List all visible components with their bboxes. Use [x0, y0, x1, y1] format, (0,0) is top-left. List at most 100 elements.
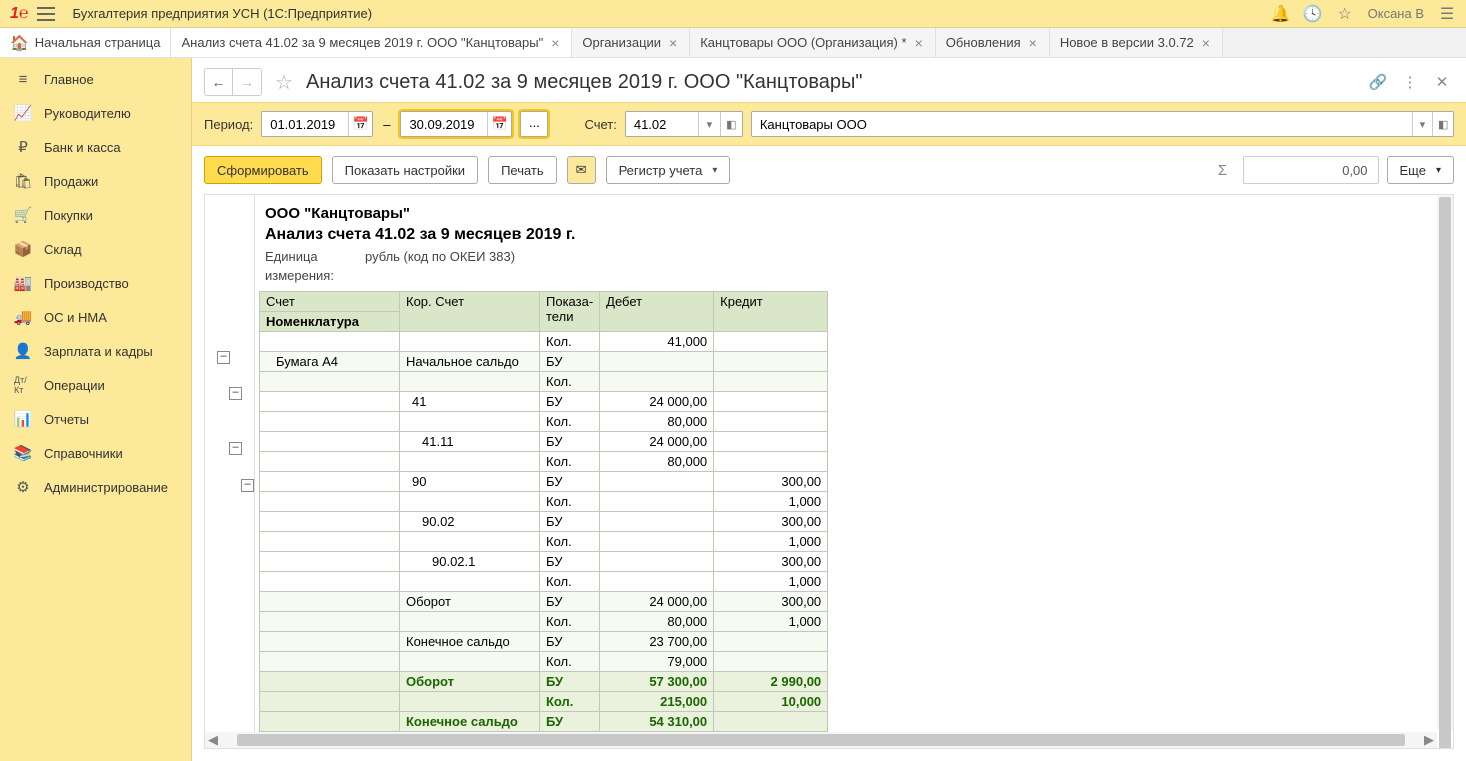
- close-panel-icon[interactable]: ✕: [1430, 70, 1454, 94]
- star-icon[interactable]: ☆: [1336, 5, 1354, 23]
- sum-icon[interactable]: Σ: [1211, 158, 1235, 182]
- window-controls-icon[interactable]: ☰: [1438, 5, 1456, 23]
- date-to-field[interactable]: [401, 112, 487, 136]
- account-open-icon[interactable]: ◧: [720, 112, 742, 136]
- sidebar-icon: Дт/Кт: [14, 376, 32, 394]
- date-from-field[interactable]: [262, 112, 348, 136]
- table-row: 90.02БУ300,00: [260, 511, 828, 531]
- calendar-to-icon[interactable]: 📅: [487, 112, 511, 136]
- favorite-button[interactable]: ☆: [270, 68, 298, 96]
- account-select[interactable]: ▾ ◧: [625, 111, 743, 137]
- report-area: – – – – ООО "Канцтовары" Анализ счета 41…: [204, 194, 1454, 749]
- menu-dots-icon[interactable]: ⋮: [1398, 70, 1422, 94]
- date-from-input[interactable]: 📅: [261, 111, 373, 137]
- sidebar-item[interactable]: 👤Зарплата и кадры: [0, 334, 191, 368]
- tab-item[interactable]: Анализ счета 41.02 за 9 месяцев 2019 г. …: [171, 28, 572, 57]
- account-field[interactable]: [626, 112, 698, 136]
- tab-close-icon[interactable]: ×: [1027, 35, 1039, 51]
- tab-home[interactable]: 🏠 Начальная страница: [0, 28, 171, 57]
- sidebar-label: Главное: [44, 72, 94, 87]
- table-row: 41БУ24 000,00: [260, 391, 828, 411]
- table-row: Кол.80,000: [260, 451, 828, 471]
- mail-button[interactable]: ✉: [567, 156, 596, 184]
- sidebar-label: Справочники: [44, 446, 123, 461]
- vertical-scrollbar[interactable]: [1437, 195, 1453, 730]
- sidebar-icon: 🚚: [14, 308, 32, 326]
- sidebar-icon: 📈: [14, 104, 32, 122]
- report-title: Анализ счета 41.02 за 9 месяцев 2019 г.: [265, 224, 1453, 246]
- tab-item[interactable]: Новое в версии 3.0.72×: [1050, 28, 1223, 57]
- sidebar-icon: ≡: [14, 70, 32, 88]
- mail-icon: ✉: [576, 162, 587, 178]
- tab-close-icon[interactable]: ×: [913, 35, 925, 51]
- sidebar-label: Производство: [44, 276, 129, 291]
- show-settings-button[interactable]: Показать настройки: [332, 156, 478, 184]
- tree-collapse-icon[interactable]: –: [229, 442, 242, 455]
- account-label: Счет:: [584, 117, 616, 132]
- scroll-right-icon[interactable]: ▶: [1421, 732, 1437, 748]
- form-report-button[interactable]: Сформировать: [204, 156, 322, 184]
- sidebar-item[interactable]: 🛒Покупки: [0, 198, 191, 232]
- more-button[interactable]: Еще▾: [1387, 156, 1454, 184]
- sidebar-item[interactable]: 📚Справочники: [0, 436, 191, 470]
- table-row: Кол.79,000: [260, 651, 828, 671]
- organization-select[interactable]: ▾ ◧: [751, 111, 1454, 137]
- sidebar-item[interactable]: ₽Банк и касса: [0, 130, 191, 164]
- register-button[interactable]: Регистр учета▾: [606, 156, 731, 184]
- org-dd-icon[interactable]: ▾: [1412, 112, 1433, 136]
- table-row: 90БУ300,00: [260, 471, 828, 491]
- history-icon[interactable]: 🕓: [1304, 5, 1322, 23]
- tree-collapse-icon[interactable]: –: [241, 479, 254, 492]
- tab-close-icon[interactable]: ×: [549, 35, 561, 51]
- tab-item[interactable]: Канцтовары ООО (Организация) *×: [690, 28, 936, 57]
- link-icon[interactable]: 🔗: [1366, 70, 1390, 94]
- sidebar: ≡ Главное 📈Руководителю₽Банк и касса 🛍 Прода…: [0, 58, 192, 761]
- tree-collapse-icon[interactable]: –: [229, 387, 242, 400]
- tree-collapse-icon[interactable]: –: [217, 351, 230, 364]
- col-credit: Кредит: [714, 291, 828, 331]
- report-header: ООО "Канцтовары" Анализ счета 41.02 за 9…: [259, 203, 1453, 285]
- user-name[interactable]: Оксана В: [1368, 6, 1424, 21]
- nav-forward-button[interactable]: →: [233, 69, 261, 95]
- table-row: Кол.: [260, 371, 828, 391]
- nav-back-button[interactable]: ←: [205, 69, 233, 95]
- tab-close-icon[interactable]: ×: [1200, 35, 1212, 51]
- table-row: Кол.80,0001,000: [260, 611, 828, 631]
- sidebar-item[interactable]: 📊Отчеты: [0, 402, 191, 436]
- org-open-icon[interactable]: ◧: [1432, 112, 1453, 136]
- sidebar-item[interactable]: ≡ Главное: [0, 62, 191, 96]
- sidebar-item[interactable]: 🛍 Продажи: [0, 164, 191, 198]
- sidebar-item[interactable]: 🚚 ОС и НМА: [0, 300, 191, 334]
- tabbar: 🏠 Начальная страница Анализ счета 41.02 …: [0, 28, 1466, 58]
- sidebar-item[interactable]: 📦Склад: [0, 232, 191, 266]
- date-to-input[interactable]: 📅: [400, 111, 512, 137]
- nav-arrows: ← →: [204, 68, 262, 96]
- sidebar-icon: 📊: [14, 410, 32, 428]
- menu-icon[interactable]: [37, 7, 55, 21]
- sidebar-item[interactable]: 🏭Производство: [0, 266, 191, 300]
- horizontal-scrollbar[interactable]: ◀ ▶: [205, 732, 1437, 748]
- sidebar-item[interactable]: Дт/КтОперации: [0, 368, 191, 402]
- tab-label: Обновления: [946, 35, 1021, 50]
- table-total-row: Кол.215,00010,000: [260, 691, 828, 711]
- organization-field[interactable]: [752, 112, 1412, 136]
- scroll-left-icon[interactable]: ◀: [205, 732, 221, 748]
- col-nomenclature: Номенклатура: [260, 311, 400, 331]
- period-picker-button[interactable]: ...: [520, 111, 548, 137]
- sidebar-icon: 🛍: [14, 172, 32, 190]
- sidebar-item[interactable]: ⚙Администрирование: [0, 470, 191, 504]
- bell-icon[interactable]: 🔔: [1272, 5, 1290, 23]
- sidebar-label: ОС и НМА: [44, 310, 107, 325]
- tab-label: Анализ счета 41.02 за 9 месяцев 2019 г. …: [181, 35, 543, 50]
- sidebar-label: Продажи: [44, 174, 98, 189]
- sidebar-icon: 👤: [14, 342, 32, 360]
- action-row: Сформировать Показать настройки Печать ✉…: [192, 146, 1466, 194]
- print-button[interactable]: Печать: [488, 156, 557, 184]
- calendar-from-icon[interactable]: 📅: [348, 112, 372, 136]
- report-body[interactable]: ООО "Канцтовары" Анализ счета 41.02 за 9…: [255, 195, 1453, 748]
- sidebar-item[interactable]: 📈Руководителю: [0, 96, 191, 130]
- tab-close-icon[interactable]: ×: [667, 35, 679, 51]
- tab-item[interactable]: Обновления ×: [936, 28, 1050, 57]
- tab-item[interactable]: Организации×: [572, 28, 690, 57]
- account-dd-icon[interactable]: ▾: [698, 112, 720, 136]
